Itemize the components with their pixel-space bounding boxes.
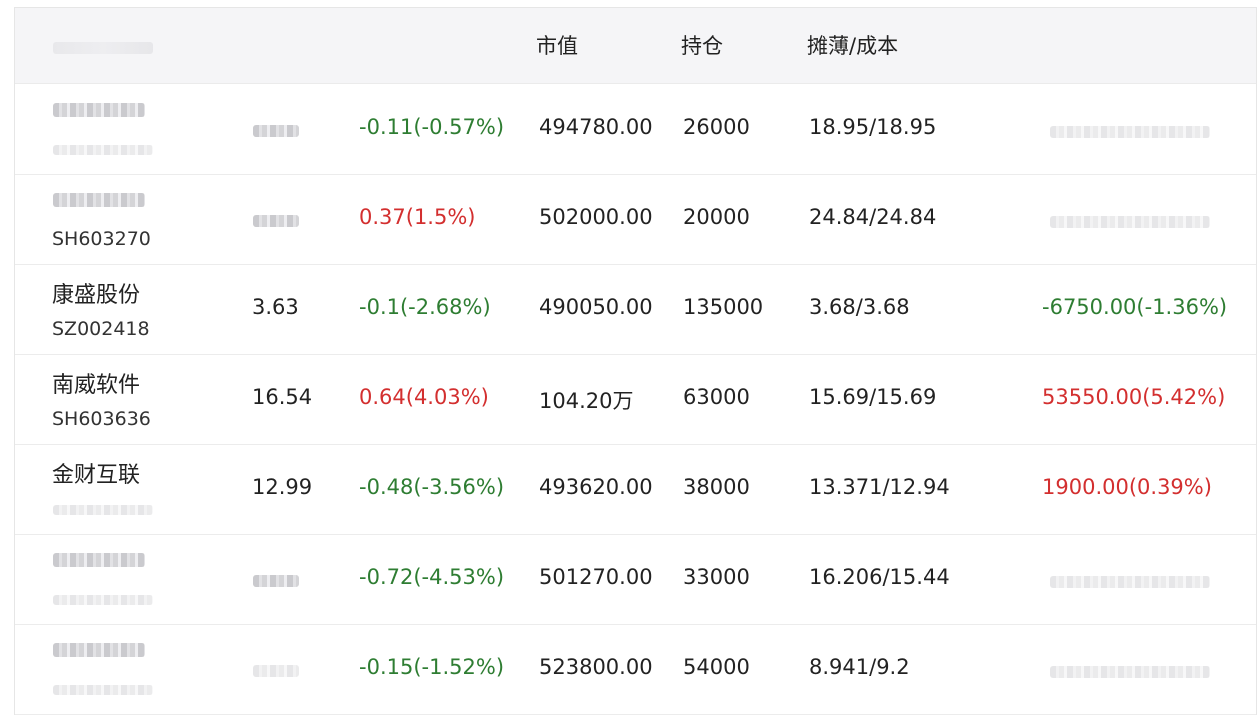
price-change: 0.37(1.5%): [359, 205, 476, 229]
market-value: 493620.00: [539, 475, 653, 499]
market-value: 490050.00: [539, 295, 653, 319]
position-quantity: 54000: [683, 655, 750, 679]
blurred-stock-code: [53, 145, 153, 155]
market-value: 104.20万: [539, 389, 634, 413]
cost-value: 18.95/18.95: [809, 115, 937, 139]
table-header: 市值 持仓 摊薄/成本: [15, 8, 1256, 84]
current-price: 3.63: [252, 295, 299, 319]
header-position[interactable]: 持仓: [681, 30, 723, 60]
blurred-price: [253, 575, 299, 587]
blurred-stock-code: [53, 685, 153, 695]
cost-value: 8.941/9.2: [809, 655, 910, 679]
blurred-price: [253, 125, 299, 137]
price-change: -0.48(-3.56%): [359, 475, 505, 499]
blurred-price: [253, 665, 299, 677]
position-quantity: 26000: [683, 115, 750, 139]
stock-code: SH603636: [52, 408, 151, 430]
market-value: 523800.00: [539, 655, 653, 679]
holdings-table: 市值 持仓 摊薄/成本 -0.11(-0.57%) 494780.00 26000 1…: [14, 7, 1257, 715]
blurred-stock-code: [53, 595, 153, 605]
price-change: 0.64(4.03%): [359, 385, 489, 409]
cost-value: 24.84/24.84: [809, 205, 937, 229]
header-cost[interactable]: 摊薄/成本: [807, 30, 898, 60]
market-value: 502000.00: [539, 205, 653, 229]
stock-name: 南威软件: [52, 373, 141, 398]
price-change: -0.15(-1.52%): [359, 655, 505, 679]
market-value: 501270.00: [539, 565, 653, 589]
blurred-profit-loss: [1050, 576, 1210, 588]
blurred-stock-name: [53, 103, 145, 117]
table-row[interactable]: 金财互联 12.99 -0.48(-3.56%) 493620.00 38000 13.3…: [15, 445, 1256, 535]
stock-name: 金财互联: [52, 463, 141, 488]
price-change: -0.72(-4.53%): [359, 565, 505, 589]
market-value: 494780.00: [539, 115, 653, 139]
table-row[interactable]: 康盛股份 SZ002418 3.63 -0.1(-2.68%) 490050.00 135…: [15, 265, 1256, 355]
position-quantity: 33000: [683, 565, 750, 589]
position-quantity: 63000: [683, 385, 750, 409]
stock-code: SZ002418: [52, 318, 150, 340]
cost-value: 13.371/12.94: [809, 475, 950, 499]
table-row[interactable]: -0.11(-0.57%) 494780.00 26000 18.95/18.95: [15, 85, 1256, 175]
current-price: 12.99: [252, 475, 313, 499]
table-row[interactable]: 南威软件 SH603636 16.54 0.64(4.03%) 104.20万 63000…: [15, 355, 1256, 445]
position-quantity: 135000: [683, 295, 764, 319]
blurred-header-label: [53, 42, 153, 54]
blurred-price: [253, 215, 299, 227]
table-row[interactable]: -0.15(-1.52%) 523800.00 54000 8.941/9.2: [15, 625, 1256, 715]
table-row[interactable]: SH603270 0.37(1.5%) 502000.00 20000 24.84/24…: [15, 175, 1256, 265]
blurred-profit-loss: [1050, 666, 1210, 678]
position-quantity: 38000: [683, 475, 750, 499]
blurred-stock-name: [53, 193, 145, 207]
blurred-profit-loss: [1050, 216, 1210, 228]
profit-loss: 53550.00(5.42%): [1042, 385, 1226, 409]
position-quantity: 20000: [683, 205, 750, 229]
stock-code: SH603270: [52, 228, 151, 250]
stock-name: 康盛股份: [52, 283, 141, 308]
cost-value: 15.69/15.69: [809, 385, 937, 409]
blurred-stock-name: [53, 553, 145, 567]
price-change: -0.1(-2.68%): [359, 295, 491, 319]
blurred-stock-code: [53, 505, 153, 515]
cost-value: 3.68/3.68: [809, 295, 910, 319]
profit-loss: -6750.00(-1.36%): [1042, 295, 1228, 319]
price-change: -0.11(-0.57%): [359, 115, 505, 139]
blurred-stock-name: [53, 643, 145, 657]
blurred-profit-loss: [1050, 126, 1210, 138]
profit-loss: 1900.00(0.39%): [1042, 475, 1212, 499]
header-market-value[interactable]: 市值: [536, 30, 578, 60]
cost-value: 16.206/15.44: [809, 565, 950, 589]
table-row[interactable]: -0.72(-4.53%) 501270.00 33000 16.206/15.44: [15, 535, 1256, 625]
current-price: 16.54: [252, 385, 313, 409]
